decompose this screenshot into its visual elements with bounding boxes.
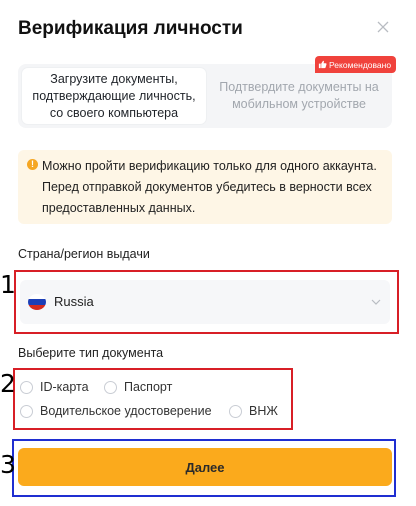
thumbs-up-icon	[318, 60, 327, 69]
annotation-number-1: 1	[0, 270, 16, 299]
annotation-box-2	[13, 368, 293, 430]
warning-icon	[27, 158, 38, 170]
recommended-badge: Рекомендовано	[315, 56, 397, 73]
recommended-badge-label: Рекомендовано	[329, 59, 392, 70]
annotation-number-3: 3	[0, 450, 16, 479]
annotation-box-1	[14, 270, 399, 334]
verification-notice: Можно пройти верификацию только для одно…	[18, 150, 392, 224]
annotation-box-3	[12, 439, 396, 497]
tab-verify-on-mobile[interactable]: Подтвердите документы на мобильном устро…	[210, 68, 388, 124]
notice-text: Можно пройти верификацию только для одно…	[42, 159, 377, 215]
country-label: Страна/регион выдачи	[18, 247, 150, 261]
annotation-number-2: 2	[0, 369, 16, 398]
close-icon[interactable]	[376, 20, 394, 38]
document-type-label: Выберите тип документа	[18, 346, 164, 360]
dialog-title: Верификация личности	[18, 18, 243, 39]
tab-upload-from-computer[interactable]: Загрузите документы, подтверждающие личн…	[22, 68, 206, 124]
upload-method-tabs: Загрузите документы, подтверждающие личн…	[18, 64, 392, 128]
